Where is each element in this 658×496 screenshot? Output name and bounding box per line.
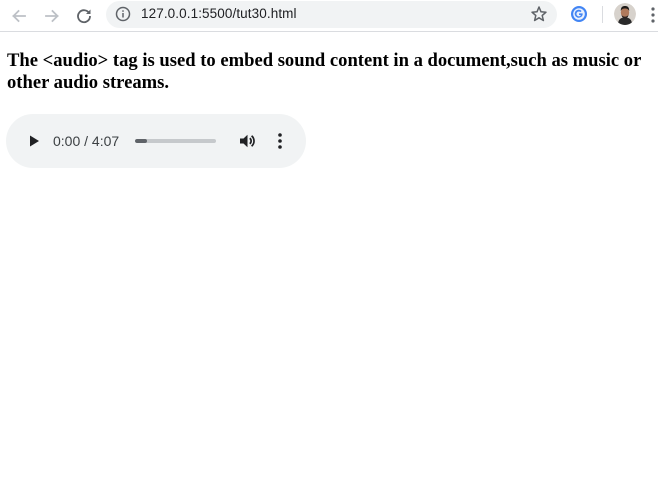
address-bar[interactable]: 127.0.0.1:5500/tut30.html [106,1,557,28]
star-icon[interactable] [530,5,548,23]
kebab-menu-icon[interactable] [650,6,656,24]
arrow-left-icon [12,9,26,23]
page-content: The <audio> tag is used to embed sound c… [7,50,652,94]
arrow-right-icon [45,9,59,23]
info-icon[interactable] [115,6,131,22]
toolbar-divider [602,6,603,23]
browser-toolbar: 127.0.0.1:5500/tut30.html [0,0,658,32]
seek-slider[interactable] [135,139,216,143]
profile-photo [614,3,636,25]
more-options-icon[interactable] [276,131,284,151]
back-button[interactable] [7,4,31,28]
time-display: 0:00 / 4:07 [53,133,120,149]
page-heading: The <audio> tag is used to embed sound c… [7,50,642,93]
avatar[interactable] [614,3,636,25]
google-extension-icon[interactable] [570,5,588,23]
play-icon[interactable] [26,133,42,149]
buffered-bar [135,139,148,143]
volume-icon[interactable] [237,131,257,151]
url-text[interactable]: 127.0.0.1:5500/tut30.html [141,6,297,21]
reload-button[interactable] [72,4,96,28]
reload-icon [77,9,91,24]
forward-button[interactable] [40,4,64,28]
audio-player[interactable]: 0:00 / 4:07 [6,114,306,168]
